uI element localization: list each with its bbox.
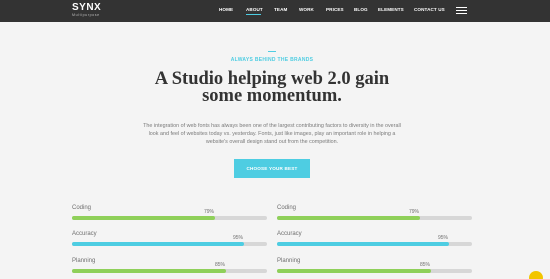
intro-paragraph: The integration of web fonts has always … (143, 123, 401, 145)
headline-line-2: some momentum. (202, 86, 342, 106)
logo-tagline: Multipurpose (72, 13, 100, 17)
skill-fill (72, 269, 226, 273)
skill-percent: 95% (233, 235, 244, 241)
skill-fill (72, 216, 215, 220)
skill-percent: 79% (204, 209, 215, 215)
skill-percent: 79% (409, 209, 420, 215)
nav-item-work[interactable]: WORK (299, 7, 314, 13)
skill-label: Planning (72, 258, 96, 264)
nav-item-home[interactable]: HOME (219, 7, 233, 13)
logo-text: SYNX (72, 3, 101, 13)
nav-item-about[interactable]: ABOUT (246, 7, 263, 13)
skill-label: Coding (277, 205, 297, 211)
skill-bar-coding: Coding 79% (72, 205, 267, 225)
nav-item-contact-us[interactable]: CONTACT US (414, 7, 445, 13)
skill-percent: 85% (215, 262, 226, 268)
skill-bar-accuracy: Accuracy 95% (277, 231, 472, 251)
section-divider (268, 51, 276, 52)
skill-fill (72, 242, 244, 246)
page-headline: A Studio helping web 2.0 gain some momen… (0, 70, 544, 106)
skill-label: Coding (72, 205, 92, 211)
skill-fill (277, 216, 420, 220)
skill-bar-planning: Planning 85% (72, 258, 267, 278)
hamburger-menu-icon[interactable] (456, 7, 467, 14)
nav-item-prices[interactable]: PRICES (326, 7, 344, 13)
skill-fill (277, 242, 449, 246)
choose-your-best-button[interactable]: CHOOSE YOUR BEST (234, 159, 310, 178)
skill-bar-coding: Coding 79% (277, 205, 472, 225)
logo[interactable]: SYNX Multipurpose (72, 3, 106, 19)
skill-percent: 85% (420, 262, 431, 268)
skill-label: Accuracy (277, 231, 302, 237)
section-eyebrow: ALWAYS BEHIND THE BRANDS (230, 57, 314, 63)
nav-item-team[interactable]: TEAM (274, 7, 287, 13)
skill-bar-accuracy: Accuracy 95% (72, 231, 267, 251)
nav-item-elements[interactable]: ELEMENTS (378, 7, 404, 13)
chat-bubble-icon[interactable] (529, 271, 543, 279)
top-navigation-bar: SYNX Multipurpose HOME ABOUT TEAM WORK P… (0, 0, 550, 22)
skill-label: Accuracy (72, 231, 97, 237)
logo-wordmark: SYNX (72, 2, 102, 13)
skill-fill (277, 269, 431, 273)
skill-label: Planning (277, 258, 301, 264)
skill-percent: 95% (438, 235, 449, 241)
skill-bar-planning: Planning 85% (277, 258, 472, 278)
nav-item-blog[interactable]: BLOG (354, 7, 368, 13)
nav-active-underline (246, 14, 261, 15)
